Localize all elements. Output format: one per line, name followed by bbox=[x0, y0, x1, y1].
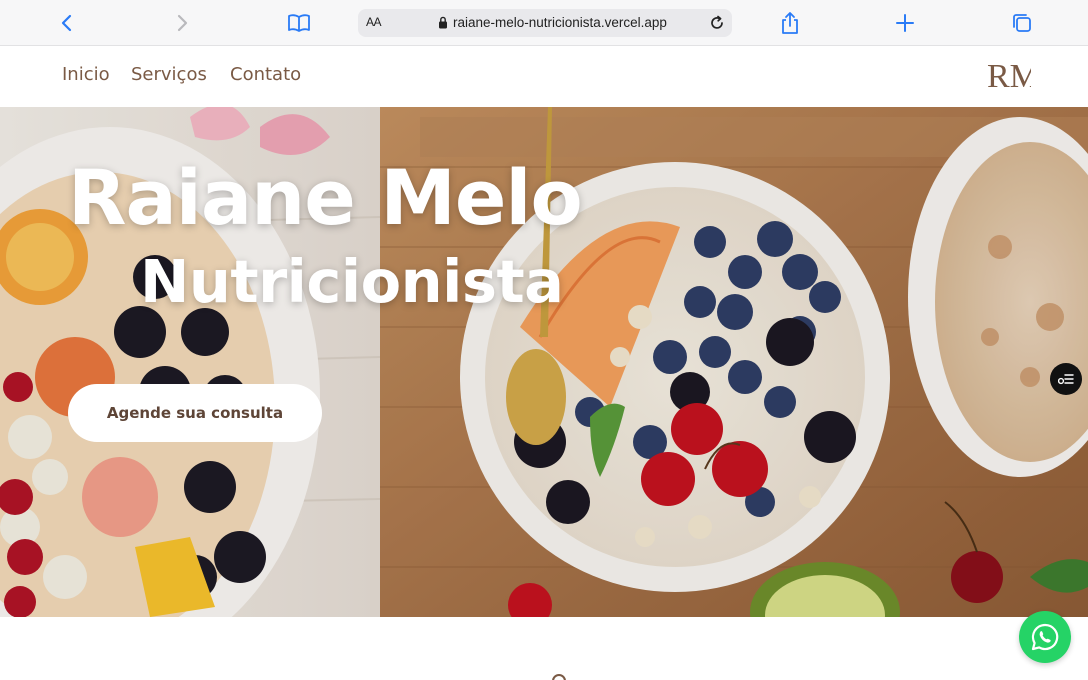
nav-link-servicos[interactable]: Serviços bbox=[131, 64, 207, 85]
svg-text:RM: RM bbox=[987, 58, 1031, 94]
reload-icon[interactable] bbox=[708, 14, 726, 37]
book-icon[interactable] bbox=[284, 8, 314, 38]
back-icon[interactable] bbox=[52, 8, 82, 38]
forward-icon[interactable] bbox=[167, 8, 197, 38]
nav-link-inicio[interactable]: Inicio bbox=[62, 64, 110, 85]
address-bar[interactable]: AA raiane-melo-nutricionista.vercel.app bbox=[358, 9, 732, 37]
rm-logo[interactable]: RM bbox=[985, 58, 1031, 94]
reader-aa-button[interactable]: AA bbox=[366, 15, 382, 29]
browser-toolbar: AA raiane-melo-nutricionista.vercel.app bbox=[0, 0, 1088, 46]
plus-icon[interactable] bbox=[890, 8, 920, 38]
whatsapp-button[interactable] bbox=[1019, 611, 1071, 663]
lock-icon bbox=[438, 16, 448, 34]
url-text: raiane-melo-nutricionista.vercel.app bbox=[453, 15, 667, 30]
hero-section: Raiane Melo Nutricionista Agende sua con… bbox=[0, 107, 1088, 617]
whatsapp-icon bbox=[1031, 623, 1059, 651]
hero-title: Raiane Melo bbox=[68, 153, 583, 242]
book-appointment-button[interactable]: Agende sua consulta bbox=[68, 384, 322, 442]
site-navbar: Inicio Serviços Contato RM bbox=[0, 46, 1088, 107]
tabs-icon[interactable] bbox=[1007, 8, 1037, 38]
nav-link-contato[interactable]: Contato bbox=[230, 64, 301, 85]
section-icon bbox=[552, 674, 566, 680]
accessibility-menu-icon[interactable] bbox=[1050, 363, 1082, 395]
hero-subtitle: Nutricionista bbox=[140, 247, 564, 316]
share-icon[interactable] bbox=[775, 8, 805, 38]
